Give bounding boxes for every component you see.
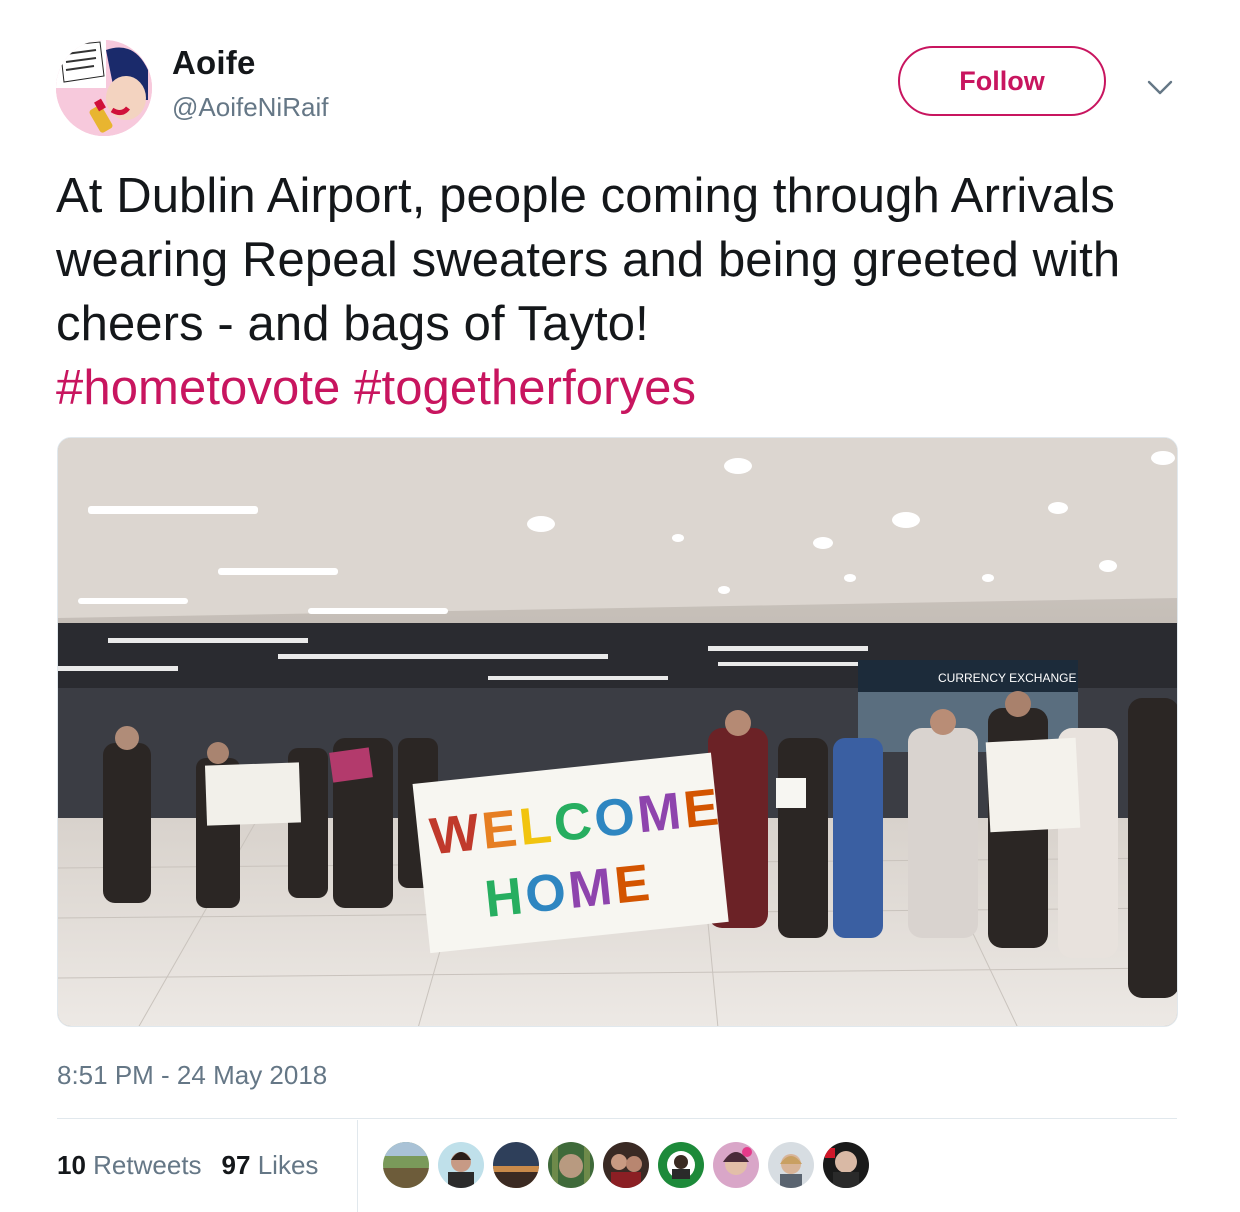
liker-avatar[interactable] (656, 1140, 706, 1190)
tweet-timestamp[interactable]: 8:51 PM - 24 May 2018 (57, 1060, 327, 1091)
liker-avatar[interactable] (601, 1140, 651, 1190)
retweets-label: Retweets (93, 1150, 202, 1180)
banner-letter: W (427, 803, 485, 866)
divider (57, 1118, 1177, 1119)
hashtag-link[interactable]: #hometovote (56, 361, 340, 415)
stats-divider (357, 1120, 358, 1212)
airport-arrivals-photo: CURRENCY EXCHANGE WELCOME HOME (58, 438, 1177, 1026)
banner-letter: O (522, 862, 571, 924)
author-handle[interactable]: @AoifeNiRaif (172, 92, 328, 123)
banner-letter: O (591, 787, 640, 849)
likers-avatars (381, 1140, 876, 1190)
likes-stat[interactable]: 97 Likes (222, 1150, 319, 1181)
banner-letter: L (516, 796, 557, 857)
author-avatar[interactable] (56, 40, 152, 136)
liker-avatar[interactable] (491, 1140, 541, 1190)
liker-avatar[interactable] (766, 1140, 816, 1190)
retweets-stat[interactable]: 10 Retweets (57, 1150, 202, 1181)
liker-avatar[interactable] (436, 1140, 486, 1190)
liker-avatar[interactable] (546, 1140, 596, 1190)
banner-letter: H (482, 867, 528, 929)
hashtag-link[interactable]: #togetherforyes (354, 361, 696, 415)
author-display-name[interactable]: Aoife (172, 44, 256, 82)
chevron-down-icon[interactable] (1142, 70, 1178, 106)
pop-art-lipstick-avatar-icon (56, 40, 152, 136)
tweet-stats: 10 Retweets 97 Likes (57, 1150, 318, 1181)
currency-exchange-sign: CURRENCY EXCHANGE (938, 671, 1076, 685)
banner-letter: E (479, 799, 523, 861)
follow-button[interactable]: Follow (898, 46, 1106, 116)
banner-letter: E (612, 854, 656, 916)
likes-label: Likes (257, 1150, 319, 1180)
banner-letter: E (681, 778, 725, 840)
welcome-home-banner: WELCOME HOME (412, 752, 729, 954)
banner-letter: M (635, 782, 687, 845)
tweet-text: At Dublin Airport, people coming through… (56, 164, 1186, 420)
retweets-count: 10 (57, 1150, 86, 1180)
tweet-video[interactable]: CURRENCY EXCHANGE WELCOME HOME (57, 437, 1178, 1027)
liker-avatar[interactable] (381, 1140, 431, 1190)
liker-avatar[interactable] (711, 1140, 761, 1190)
banner-letter: M (566, 858, 618, 921)
banner-letter: C (551, 791, 597, 853)
liker-avatar[interactable] (821, 1140, 871, 1190)
likes-count: 97 (221, 1150, 251, 1180)
tweet-body: At Dublin Airport, people coming through… (56, 169, 1121, 351)
